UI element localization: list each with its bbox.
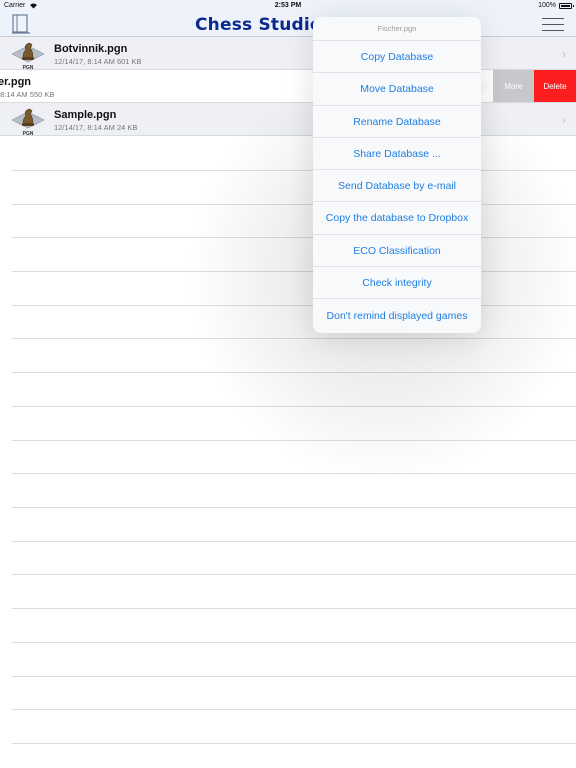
copy-to-dropbox-button[interactable]: Copy the database to Dropbox xyxy=(313,202,481,235)
pgn-file-icon: PGN xyxy=(10,104,46,137)
file-name: er.pgn xyxy=(0,76,32,88)
popover-arrow xyxy=(480,80,489,94)
eco-classification-button[interactable]: ECO Classification xyxy=(313,235,481,268)
file-row-botvinnik[interactable]: PGN Botvinnik.pgn 12/14/17, 8:14 AM 601 … xyxy=(0,37,576,71)
send-database-email-button[interactable]: Send Database by e-mail xyxy=(313,170,481,203)
move-database-button[interactable]: Move Database xyxy=(313,73,481,106)
database-actions-popover: Fischer.pgn Copy Database Move Database … xyxy=(313,17,481,333)
share-database-button[interactable]: Share Database ... xyxy=(313,138,481,171)
battery-percent: 100% xyxy=(538,2,556,9)
row-separator xyxy=(12,743,576,744)
row-separator xyxy=(12,574,576,575)
row-separator xyxy=(12,676,576,677)
popover-title: Fischer.pgn xyxy=(313,17,481,41)
chevron-right-icon: › xyxy=(562,47,566,61)
more-button[interactable]: More xyxy=(493,70,534,102)
row-separator xyxy=(12,642,576,643)
copy-database-button[interactable]: Copy Database xyxy=(313,41,481,74)
row-separator xyxy=(12,608,576,609)
row-separator xyxy=(12,507,576,508)
svg-text:PGN: PGN xyxy=(23,131,34,136)
dont-remind-displayed-games-button[interactable]: Don't remind displayed games xyxy=(313,299,481,331)
hamburger-menu-icon[interactable] xyxy=(542,17,564,32)
status-bar: Carrier 2:53 PM 100% xyxy=(0,0,576,12)
file-meta: 12/14/17, 8:14 AM 601 KB xyxy=(54,57,142,66)
battery-icon xyxy=(559,3,574,9)
file-meta: , 8:14 AM 550 KB xyxy=(0,90,55,99)
rename-database-button[interactable]: Rename Database xyxy=(313,106,481,138)
book-icon[interactable] xyxy=(10,14,32,34)
row-separator xyxy=(12,541,576,542)
clock: 2:53 PM xyxy=(274,2,302,9)
chevron-right-icon: › xyxy=(562,113,566,127)
nav-bar: Chess Studio D xyxy=(0,12,576,37)
file-name: Botvinnik.pgn xyxy=(54,43,128,55)
delete-button[interactable]: Delete xyxy=(534,70,576,102)
row-separator xyxy=(12,709,576,710)
file-name: Sample.pgn xyxy=(54,109,117,121)
file-meta: 12/14/17, 8:14 AM 24 KB xyxy=(54,123,138,132)
row-separator xyxy=(12,473,576,474)
check-integrity-button[interactable]: Check integrity xyxy=(313,267,481,300)
pgn-file-icon: PGN xyxy=(10,38,46,71)
